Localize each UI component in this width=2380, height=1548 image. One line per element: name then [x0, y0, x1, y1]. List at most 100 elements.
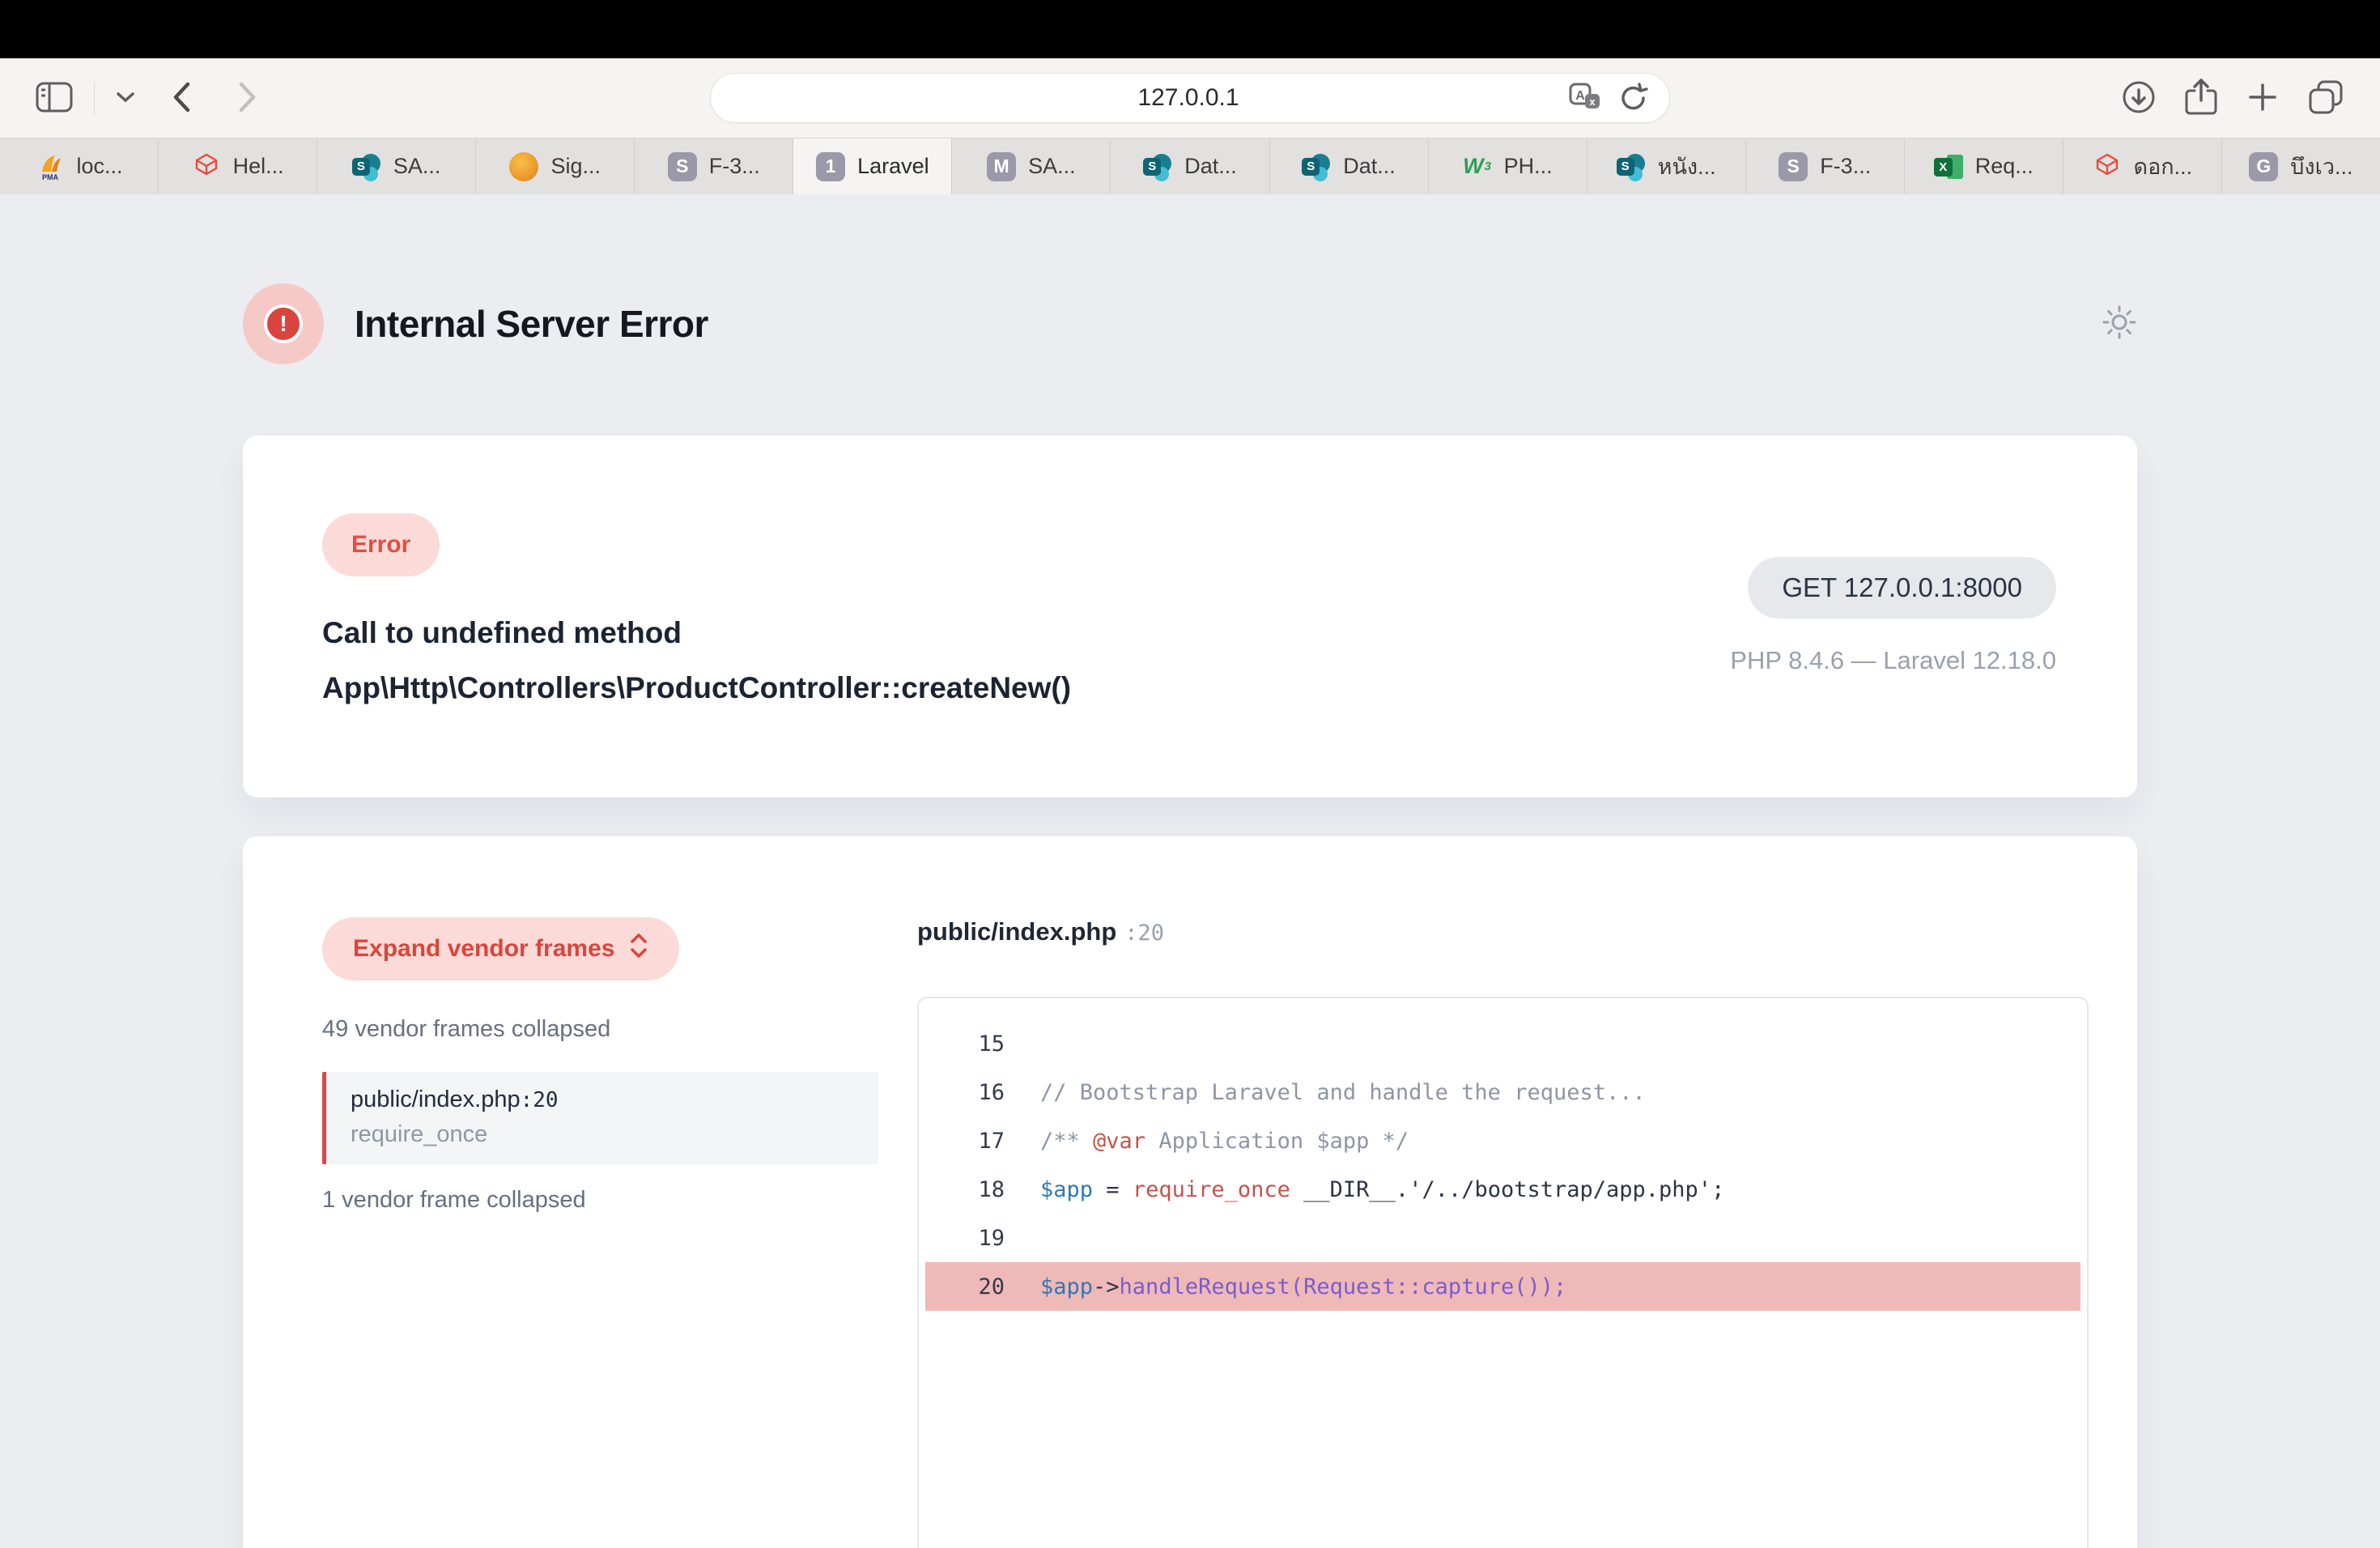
- download-icon: [2121, 79, 2157, 117]
- code-line-19: 19: [919, 1214, 2087, 1262]
- code-line-16: 16 // Bootstrap Laravel and handle the re…: [919, 1068, 2087, 1116]
- menu-bar: [0, 0, 2380, 58]
- error-type-badge: Error: [322, 513, 440, 576]
- code-panel[interactable]: 15 16 // Bootstrap Laravel and handle the …: [917, 997, 2089, 1548]
- code-text: $app = require_once __DIR__.'/../bootstr…: [1040, 1177, 1724, 1202]
- toolbar-divider: [94, 82, 95, 114]
- expand-vendor-frames-button[interactable]: Expand vendor frames: [322, 917, 679, 980]
- svg-text:PMA: PMA: [42, 173, 59, 181]
- browser-tab-8[interactable]: S Dat...: [1111, 138, 1269, 194]
- tab-label: PH...: [1504, 154, 1553, 179]
- page-viewport: ! Internal Server Error Error Call to un…: [0, 194, 2380, 1548]
- tab-overview-button[interactable]: [2307, 79, 2344, 118]
- browser-tab-15[interactable]: Gบึงเว...: [2222, 138, 2380, 194]
- url-bar[interactable]: 127.0.0.1 A x: [710, 73, 1670, 123]
- new-tab-button[interactable]: [2246, 80, 2280, 117]
- stack-frame-item[interactable]: public/index.php:20 require_once: [322, 1072, 878, 1164]
- svg-text:x: x: [1589, 96, 1596, 108]
- tab-label: F-3...: [1820, 154, 1871, 179]
- forward-button[interactable]: [237, 81, 258, 116]
- browser-tab-12[interactable]: SF-3...: [1746, 138, 1905, 194]
- code-line-18: 18$app = require_once __DIR__.'/../boots…: [919, 1165, 2087, 1214]
- browser-tab-11[interactable]: Sหนัง...: [1587, 138, 1746, 194]
- environment-versions: PHP 8.4.6 — Laravel 12.18.0: [1730, 646, 2056, 675]
- sidebar-toggle-button[interactable]: [36, 82, 73, 115]
- letter-badge-favicon-icon: S: [668, 152, 697, 181]
- frame-line-number: :20: [521, 1088, 559, 1112]
- code-text: // Bootstrap Laravel and handle the requ…: [1040, 1080, 1646, 1105]
- reload-icon: [1619, 82, 1648, 115]
- tab-label: ดอก...: [2134, 149, 2193, 184]
- browser-tab-10[interactable]: W3 PH...: [1429, 138, 1587, 194]
- excel-favicon-icon: X: [1934, 152, 1963, 181]
- code-header: public/index.php :20: [917, 917, 2089, 946]
- back-button[interactable]: [171, 81, 192, 116]
- expand-button-label: Expand vendor frames: [353, 935, 614, 963]
- tab-label: Dat...: [1184, 154, 1237, 179]
- browser-tab-3[interactable]: S SA...: [317, 138, 476, 194]
- code-line-17: 17/** @var Application $app */: [919, 1116, 2087, 1165]
- browser-toolbar: 127.0.0.1 A x: [0, 58, 2380, 138]
- tab-label: Laravel: [857, 154, 929, 179]
- browser-tab-6-active[interactable]: 1 Laravel: [793, 138, 952, 194]
- pma-favicon-icon: PMA: [36, 152, 65, 181]
- w3-favicon-icon: W3: [1463, 152, 1492, 181]
- error-message-line2: App\Http\Controllers\ProductController::…: [322, 661, 1071, 716]
- tab-label: Hel...: [233, 154, 284, 179]
- browser-tab-2[interactable]: Hel...: [159, 138, 317, 194]
- tab-label: loc...: [77, 154, 123, 179]
- expand-chevrons-icon: [629, 932, 648, 966]
- reload-button[interactable]: [1619, 82, 1648, 115]
- browser-tab-9[interactable]: SDat...: [1270, 138, 1429, 194]
- line-number: 17: [919, 1129, 1005, 1154]
- letter-badge-favicon-icon: 1: [816, 152, 845, 181]
- tab-label: SA...: [393, 154, 441, 179]
- line-number: 16: [919, 1080, 1005, 1105]
- svg-text:A: A: [1575, 89, 1585, 103]
- code-file-line: :20: [1124, 921, 1164, 946]
- browser-tab-4[interactable]: Sig...: [476, 138, 635, 194]
- line-number: 19: [919, 1226, 1005, 1251]
- code-text: $app->handleRequest(Request::capture());: [1040, 1274, 1566, 1299]
- code-viewer: public/index.php :20 15 16 // Bootstrap La…: [917, 917, 2089, 1548]
- request-badge: GET 127.0.0.1:8000: [1748, 557, 2056, 619]
- error-message-line1: Call to undefined method: [322, 606, 1071, 661]
- line-number: 15: [919, 1031, 1005, 1057]
- page-header: ! Internal Server Error: [0, 283, 2380, 364]
- browser-tab-14[interactable]: ดอก...: [2063, 138, 2222, 194]
- url-text[interactable]: 127.0.0.1: [711, 84, 1569, 112]
- tab-label: SA...: [1028, 154, 1076, 179]
- back-icon: [171, 81, 192, 116]
- tab-label: F-3...: [709, 154, 760, 179]
- page-title: Internal Server Error: [355, 302, 708, 346]
- tab-label: หนัง...: [1658, 149, 1716, 184]
- browser-tab-1[interactable]: PMA loc...: [0, 138, 159, 194]
- laravel-favicon-icon: [192, 152, 221, 181]
- new-tab-icon: [2246, 80, 2280, 117]
- translate-icon: A x: [1569, 83, 1601, 114]
- error-alert-icon: !: [243, 283, 324, 364]
- stack-trace-card: Expand vendor frames 49 vendor frames co…: [243, 836, 2137, 1548]
- browser-tab-7[interactable]: M SA...: [952, 138, 1111, 194]
- translate-button[interactable]: A x: [1569, 83, 1601, 114]
- letter-badge-favicon-icon: M: [987, 152, 1016, 181]
- downloads-button[interactable]: [2121, 79, 2157, 117]
- laravel-favicon-icon: [2093, 152, 2122, 181]
- sharepoint-favicon-icon: S: [1143, 152, 1172, 181]
- code-line-20-highlighted: 20$app->handleRequest(Request::capture()…: [919, 1262, 2087, 1311]
- sharepoint-favicon-icon: S: [1302, 152, 1331, 181]
- sidebar-menu-chevron-button[interactable]: [116, 91, 135, 105]
- share-icon: [2184, 78, 2218, 119]
- browser-tab-13[interactable]: XReq...: [1905, 138, 2063, 194]
- sharepoint-favicon-icon: S: [352, 152, 381, 181]
- orange-favicon-icon: [509, 152, 538, 181]
- theme-toggle-button[interactable]: [2102, 304, 2137, 344]
- browser-tab-5[interactable]: S F-3...: [635, 138, 793, 194]
- frame-file: public/index.php:20: [351, 1087, 878, 1113]
- tab-label: บึงเว...: [2290, 149, 2352, 184]
- share-button[interactable]: [2184, 78, 2218, 119]
- chevron-down-icon: [116, 91, 135, 105]
- code-file-name: public/index.php: [917, 917, 1116, 946]
- tab-overview-icon: [2307, 79, 2344, 118]
- error-message: Call to undefined method App\Http\Contro…: [322, 606, 1071, 716]
